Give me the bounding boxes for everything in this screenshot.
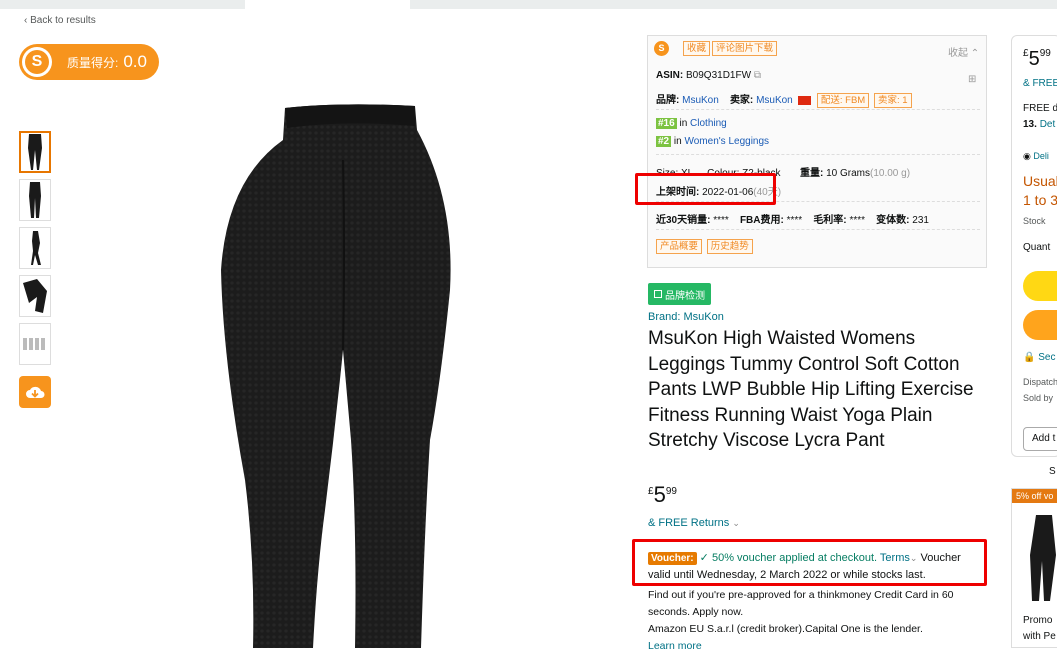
quality-score-label: 质量得分: [67,55,119,70]
panel-grid-icon[interactable]: ⊞ [968,74,976,85]
lock-icon: 🔒 [1023,352,1036,363]
credit-offer-text: Find out if you're pre-approved for a th… [648,589,954,618]
highlight-voucher [632,539,987,586]
ad-product-image[interactable] [1026,513,1057,603]
brand-check-button[interactable]: 品牌检测 [648,283,711,305]
fba-label: FBA费用: [739,215,784,226]
sold-by-text: Sold by [1023,393,1054,403]
sponsored-label: S [1049,466,1056,477]
chevron-up-icon: ⌃ [970,48,980,59]
seller-tool-panel: S 收藏 评论图片下载 收起 ⌃ ASIN: B09Q31D1FW ⧉ ⊞ 品牌… [647,35,987,268]
quantity-select[interactable]: Quant [1023,242,1050,253]
secure-transaction-link[interactable]: Sec [1038,352,1055,363]
stock-text: Stock [1023,216,1046,226]
buybox-details-link[interactable]: Det [1040,119,1056,130]
chevron-down-icon: ⌄ [732,518,740,528]
ad-promo-text: Promo [1023,615,1053,626]
highlight-listed-date [635,173,776,205]
free-returns-link[interactable]: & FREE Returns ⌄ [648,517,740,529]
quality-score-value: 0.0 [123,52,147,71]
weight-value: 10 Grams [826,168,870,179]
collapse-toggle[interactable]: 收起 ⌃ [948,44,979,59]
active-tab[interactable] [245,0,410,9]
brand-label: 品牌: [656,95,680,106]
margin-label: 毛利率: [813,215,847,226]
quality-score-badge[interactable]: S 质量得分: 0.0 [19,44,159,80]
variants-value: 231 [912,215,929,226]
seller-value-link[interactable]: MsuKon [756,95,793,106]
china-flag-icon [798,95,812,105]
rank-category-link[interactable]: Women's Leggings [684,136,769,147]
checkbox-icon [654,290,662,298]
buybox-price-whole: 5 [1028,48,1040,70]
copy-icon[interactable]: ⧉ [754,70,761,81]
browser-topbar [0,0,1057,9]
seller-count-tag: 卖家: 1 [874,93,912,108]
availability-line2: 1 to 3 [1023,192,1057,208]
cloud-download-icon[interactable] [19,376,51,408]
thumbnail-4[interactable] [19,275,51,317]
buybox-price-fraction: 99 [1039,48,1051,59]
learn-more-link[interactable]: Learn more [648,638,978,655]
thumbnail-1[interactable] [19,131,51,173]
credit-broker-text: Amazon EU S.a.r.l (credit broker).Capita… [648,623,923,635]
history-trend-button[interactable]: 历史趋势 [706,239,753,254]
sales-label: 近30天销量: [656,215,711,226]
credit-card-offer: Find out if you're pre-approved for a th… [648,587,978,655]
thumbnail-5-size-chart[interactable] [19,323,51,365]
fulfilment-tag: 配送: FBM [816,93,870,108]
sponsored-ad-card[interactable]: 5% off vo Promo with Pe [1011,488,1057,648]
ad-discount-badge: 5% off vo [1012,489,1057,503]
deliver-to-link[interactable]: Deli [1033,151,1049,161]
seller-tool-logo-icon: S [22,47,52,77]
brand-store-link[interactable]: Brand: MsuKon [648,311,724,323]
seller-label: 卖家: [729,95,754,106]
back-to-results-link[interactable]: ‹ Back to results [24,15,96,26]
rank-category-link[interactable]: Clothing [690,118,727,129]
product-overview-button[interactable]: 产品概要 [656,239,703,254]
brand-value-link[interactable]: MsuKon [682,95,719,106]
asin-label: ASIN: [656,70,684,81]
location-pin-icon: ◉ [1023,151,1031,161]
product-price: £599 [648,482,677,507]
thumbnail-3[interactable] [19,227,51,269]
seller-tool-small-logo-icon: S [654,41,669,56]
rank-badge: #16 [656,118,677,129]
add-to-list-button[interactable]: Add t [1023,427,1057,451]
rank-badge: #2 [656,136,672,147]
variants-label: 变体数: [876,215,910,226]
sales-value: **** [713,215,729,226]
margin-value: **** [849,215,866,226]
favorite-button[interactable]: 收藏 [683,41,711,56]
buy-box: £599 & FREE FREE d 13. Det ◉ Deli Usual … [1011,35,1057,457]
add-to-basket-button[interactable] [1023,271,1057,301]
ad-promo-text-2: with Pe [1023,631,1056,642]
thumbnail-2[interactable] [19,179,51,221]
buybox-free-delivery: FREE d [1023,103,1057,114]
dispatch-from-text: Dispatch [1023,377,1057,387]
asin-value: B09Q31D1FW [686,70,752,81]
fba-value: **** [786,215,803,226]
product-title: MsuKon High Waisted Womens Leggings Tumm… [648,328,974,452]
review-images-download-button[interactable]: 评论图片下载 [712,41,778,56]
buybox-delivery-date: 13. [1023,119,1037,130]
weight-label: 重量: [799,168,824,179]
buybox-free-link[interactable]: & FREE [1023,78,1057,89]
product-main-image[interactable] [205,100,475,648]
availability-line1: Usual [1023,173,1057,189]
buy-now-button[interactable] [1023,310,1057,340]
weight-alt-value: (10.00 g) [870,168,911,179]
